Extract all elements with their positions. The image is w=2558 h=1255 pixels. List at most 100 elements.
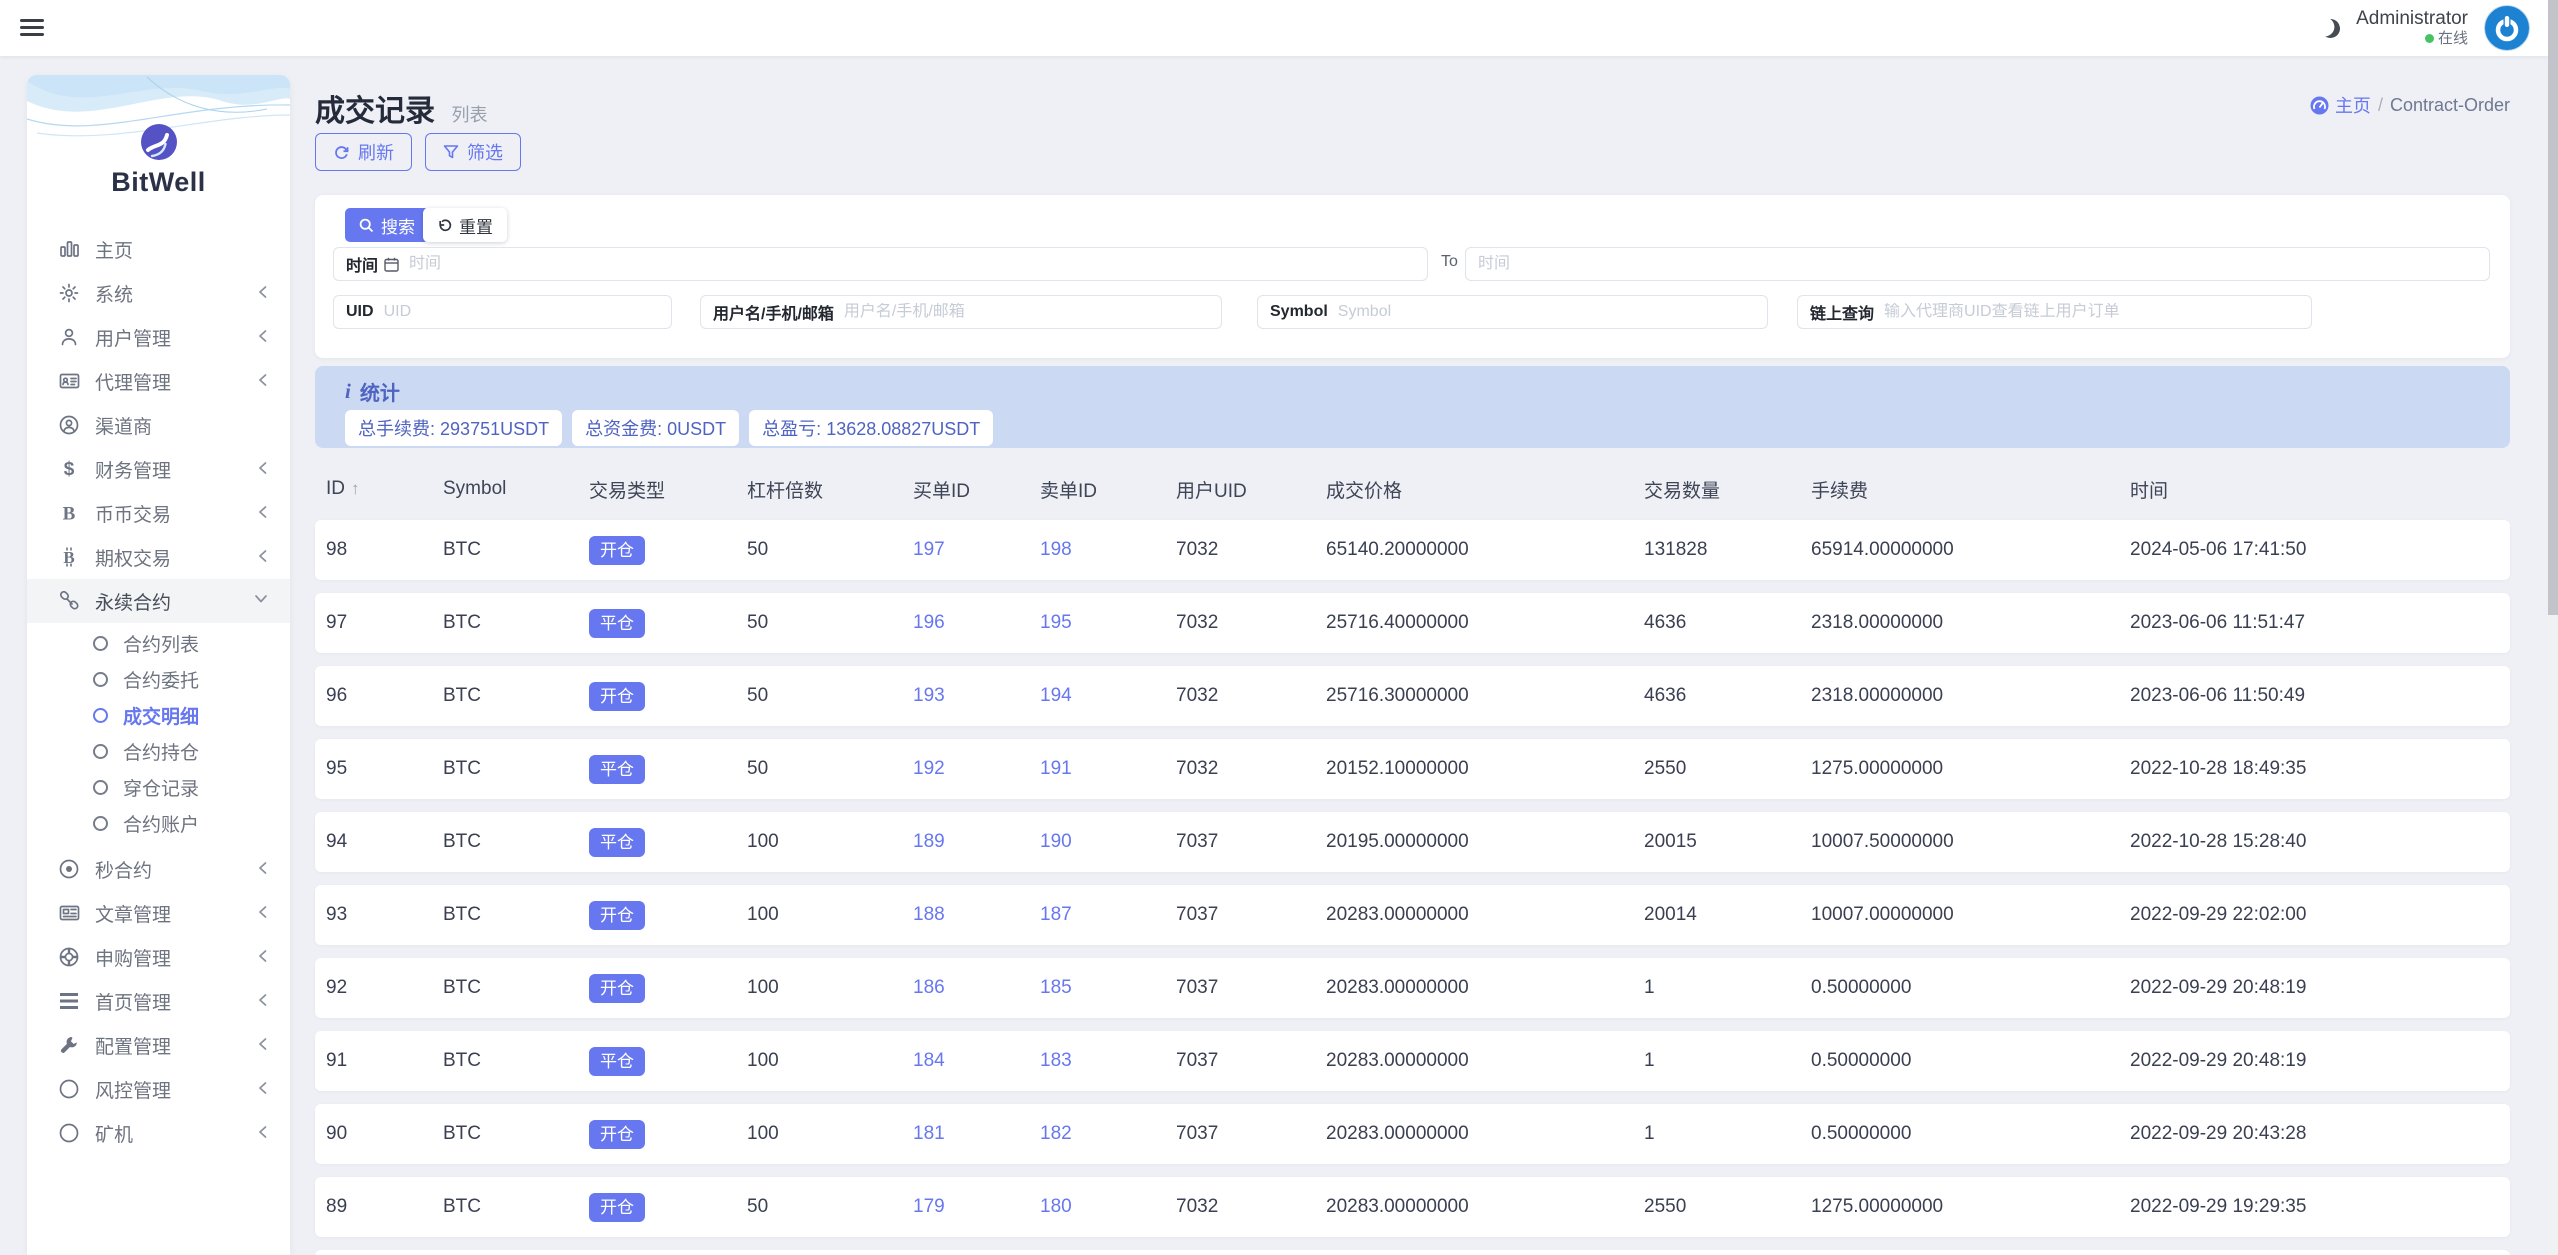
time-to-input[interactable] [1478,255,2477,273]
circle-icon [57,1123,81,1143]
cell-time: 2022-09-29 20:43:28 [2130,1123,2510,1145]
sidebar-item-label: 文章管理 [95,900,171,927]
sidebar-subitem[interactable]: 合约账户 [27,805,290,841]
sidebar-subitem-label: 合约持仓 [123,738,199,765]
sell-id-link[interactable]: 190 [1040,831,1072,852]
reset-button[interactable]: 重置 [423,208,507,242]
column-header[interactable]: ID↑ [326,478,443,500]
column-header[interactable]: Symbol [443,478,589,500]
brand[interactable]: BitWell [27,123,290,198]
symbol-input[interactable] [1338,303,1755,321]
sidebar-item[interactable]: 首页管理 [27,979,290,1023]
column-header[interactable]: 交易数量 [1644,476,1811,503]
filter-button[interactable]: 筛选 [425,133,521,171]
username-input[interactable] [844,303,1209,321]
column-header[interactable]: 用户UID [1176,476,1326,503]
chain-query-input[interactable] [1884,303,2299,321]
user-avatar[interactable] [2484,5,2530,51]
sidebar-item[interactable]: 用户管理 [27,315,290,359]
uid-input[interactable] [384,303,659,321]
column-header[interactable]: 杠杆倍数 [747,476,913,503]
buy-id-link[interactable]: 179 [913,1196,945,1217]
sidebar-item[interactable]: B币币交易 [27,491,290,535]
sidebar-item[interactable]: $财务管理 [27,447,290,491]
cell-time: 2022-09-29 19:29:35 [2130,1196,2510,1218]
cell-fee: 2318.00000000 [1811,685,2130,707]
sell-id-link[interactable]: 198 [1040,539,1072,560]
chevron-down-icon [254,593,268,604]
cell-fee: 0.50000000 [1811,1050,2130,1072]
page-title: 成交记录 [315,95,435,128]
sidebar-submenu: 合约列表合约委托成交明细合约持仓穿仓记录合约账户 [27,623,290,847]
wrench-icon [57,1035,81,1055]
column-header[interactable]: 卖单ID [1040,476,1176,503]
cell-qty: 2550 [1644,758,1811,780]
sidebar-item[interactable]: 渠道商 [27,403,290,447]
sidebar-subitem[interactable]: 穿仓记录 [27,769,290,805]
sidebar-item[interactable]: B期权交易 [27,535,290,579]
sidebar-item[interactable]: 代理管理 [27,359,290,403]
sidebar-item[interactable]: 风控管理 [27,1067,290,1111]
cell-id: 90 [326,1123,443,1145]
sell-id-link[interactable]: 185 [1040,977,1072,998]
sell-id-link[interactable]: 180 [1040,1196,1072,1217]
sidebar-item[interactable]: 申购管理 [27,935,290,979]
buy-id-link[interactable]: 181 [913,1123,945,1144]
buy-id-link[interactable]: 197 [913,539,945,560]
cell-price: 20283.00000000 [1326,1196,1644,1218]
refresh-button[interactable]: 刷新 [315,133,412,171]
search-button[interactable]: 搜索 [345,208,429,242]
buy-id-link[interactable]: 184 [913,1050,945,1071]
buy-id-link[interactable]: 188 [913,904,945,925]
circle-icon [57,1079,81,1099]
time-from-label: 时间 [346,252,399,276]
column-header[interactable]: 时间 [2130,476,2510,503]
sidebar-item[interactable]: 主页 [27,227,290,271]
sidebar-item[interactable]: 永续合约 [27,579,290,623]
sidebar-subitem[interactable]: 合约列表 [27,625,290,661]
cell-sell_id: 195 [1040,612,1176,634]
circle-icon [93,636,108,651]
cell-symbol: BTC [443,904,589,926]
cell-uid: 7037 [1176,831,1326,853]
table-row: 89BTC开仓50179180703220283.000000002550127… [315,1177,2510,1237]
scrollbar[interactable] [2548,0,2558,1255]
circle-icon [93,672,108,687]
buy-id-link[interactable]: 186 [913,977,945,998]
sidebar-subitem[interactable]: 成交明细 [27,697,290,733]
cell-time: 2022-10-28 15:28:40 [2130,831,2510,853]
time-from-input[interactable] [409,255,1415,273]
sidebar-item-label: 系统 [95,280,133,307]
sell-id-link[interactable]: 183 [1040,1050,1072,1071]
column-header[interactable]: 交易类型 [589,476,747,503]
cell-buy_id: 188 [913,904,1040,926]
buy-id-link[interactable]: 193 [913,685,945,706]
chevron-left-icon [257,1037,268,1051]
sell-id-link[interactable]: 182 [1040,1123,1072,1144]
user-block[interactable]: Administrator 在线 [2356,8,2468,47]
cell-buy_id: 193 [913,685,1040,707]
page-head: 成交记录 列表 [315,86,487,130]
sidebar-subitem[interactable]: 合约持仓 [27,733,290,769]
sell-id-link[interactable]: 194 [1040,685,1072,706]
column-header[interactable]: 成交价格 [1326,476,1644,503]
column-header[interactable]: 手续费 [1811,476,2130,503]
sidebar-item[interactable]: 矿机 [27,1111,290,1155]
sidebar-item[interactable]: 秒合约 [27,847,290,891]
buy-id-link[interactable]: 189 [913,831,945,852]
sidebar-item[interactable]: 配置管理 [27,1023,290,1067]
breadcrumb-home-link[interactable]: 主页 [2310,92,2371,118]
buy-id-link[interactable]: 192 [913,758,945,779]
buy-id-link[interactable]: 196 [913,612,945,633]
sidebar-subitem[interactable]: 合约委托 [27,661,290,697]
sell-id-link[interactable]: 195 [1040,612,1072,633]
scrollbar-thumb[interactable] [2548,0,2558,615]
sidebar-item[interactable]: 系统 [27,271,290,315]
sell-id-link[interactable]: 191 [1040,758,1072,779]
column-header[interactable]: 买单ID [913,476,1040,503]
sidebar-item[interactable]: 文章管理 [27,891,290,935]
dark-mode-moon-icon[interactable] [2319,16,2342,39]
sell-id-link[interactable]: 187 [1040,904,1072,925]
position-type-badge: 开仓 [589,901,645,930]
hamburger-menu-icon[interactable] [20,19,44,37]
